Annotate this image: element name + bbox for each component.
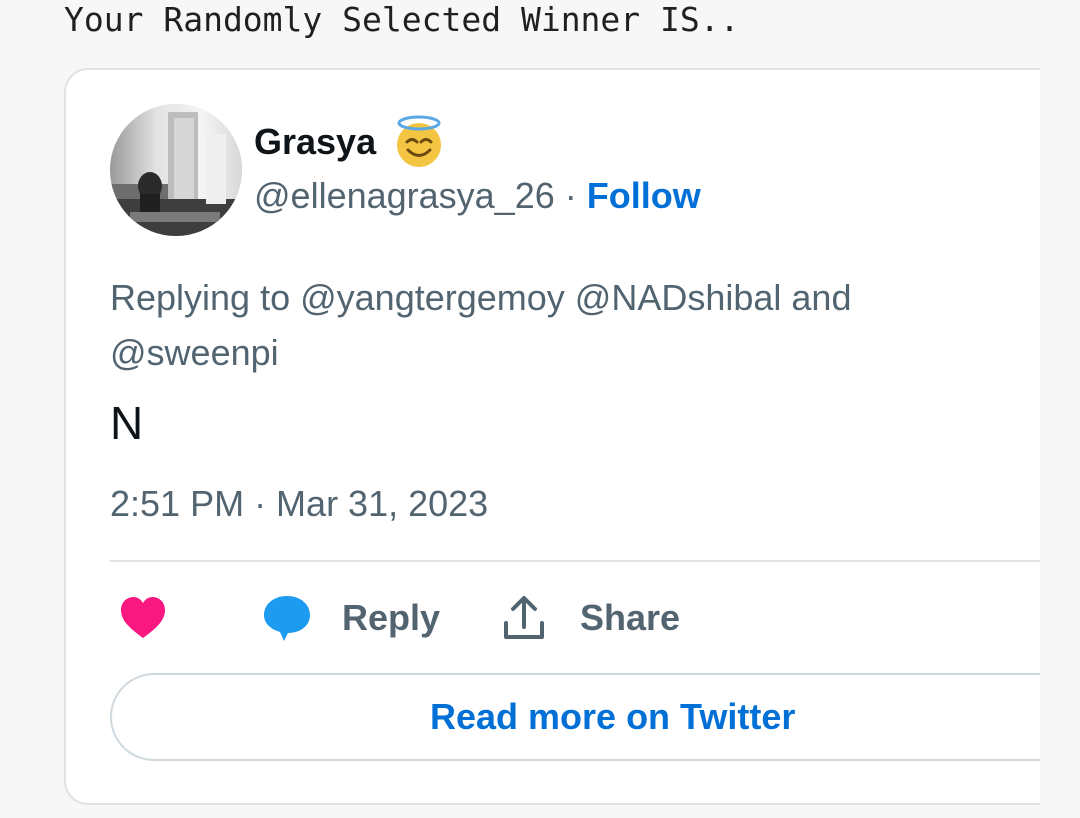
heart-icon[interactable]: [119, 596, 167, 640]
tweet-text: N: [110, 397, 144, 449]
replying-to-text: Replying to @yangtergemoy @NADshibal and…: [110, 277, 852, 373]
viewport-edge: [1040, 0, 1080, 818]
author-handle-line: @ellenagrasya_26 · Follow: [254, 172, 701, 220]
avatar-image: [110, 104, 242, 236]
share-label: Share: [580, 597, 681, 638]
follow-link[interactable]: Follow: [587, 175, 701, 216]
tweet-timestamp[interactable]: 2:51 PM · Mar 31, 2023: [110, 480, 488, 528]
read-more-button[interactable]: Read more on Twitter: [110, 673, 1080, 761]
speech-bubble-icon: [264, 596, 310, 641]
read-more-label: Read more on Twitter: [430, 696, 796, 737]
reply-label: Reply: [342, 597, 441, 638]
avatar[interactable]: [110, 104, 242, 236]
divider: [110, 560, 1040, 562]
share-button[interactable]: Share: [502, 592, 680, 644]
reply-button[interactable]: Reply: [262, 592, 440, 644]
author-display-name[interactable]: Grasya: [254, 118, 376, 166]
author-handle[interactable]: @ellenagrasya_26: [254, 175, 555, 216]
page: Your Randomly Selected Winner IS.. Grasy…: [0, 0, 1080, 818]
smiling-face-with-halo-icon: [397, 115, 441, 167]
page-heading: Your Randomly Selected Winner IS..: [64, 0, 740, 39]
separator-dot: ·: [564, 175, 577, 216]
upload-icon: [504, 596, 544, 639]
